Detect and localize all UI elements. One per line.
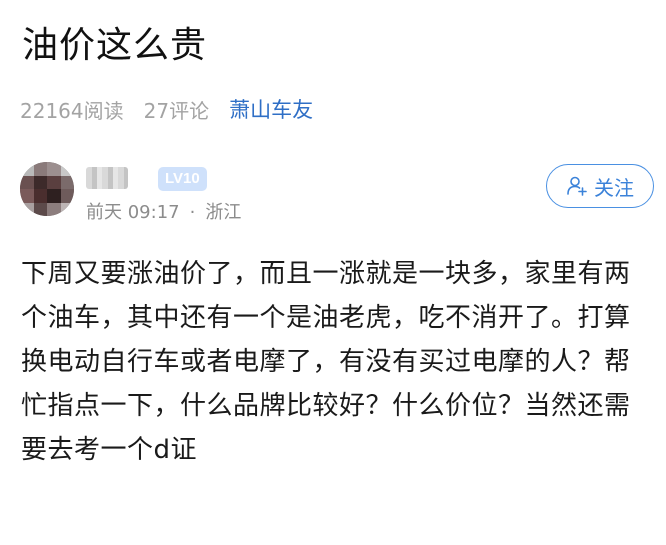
comment-count[interactable]: 27评论 [144,95,209,124]
author-row: LV10 前天 09:17 · 浙江 关注 [20,160,660,226]
avatar[interactable] [20,162,74,216]
post-location: 浙江 [205,202,242,223]
forum-link[interactable]: 萧山车友 [229,94,313,124]
post-meta: 22164阅读 27评论 萧山车友 [20,92,313,126]
separator-dot: · [189,202,196,223]
follow-label: 关注 [594,175,634,200]
post-title: 油价这么贵 [22,25,208,66]
view-count: 22164阅读 [20,98,124,123]
author-name-blurred[interactable] [86,167,128,189]
follow-button[interactable]: 关注 [546,164,654,208]
level-badge: LV10 [158,167,207,191]
add-user-icon [566,175,588,197]
post-body: 下周又要涨油价了，而且一涨就是一块多，家里有两个油车，其中还有一个是油老虎，吃不… [21,259,631,465]
post-time: 前天 09:17 [86,202,180,223]
post-time-location: 前天 09:17 · 浙江 [86,198,241,224]
